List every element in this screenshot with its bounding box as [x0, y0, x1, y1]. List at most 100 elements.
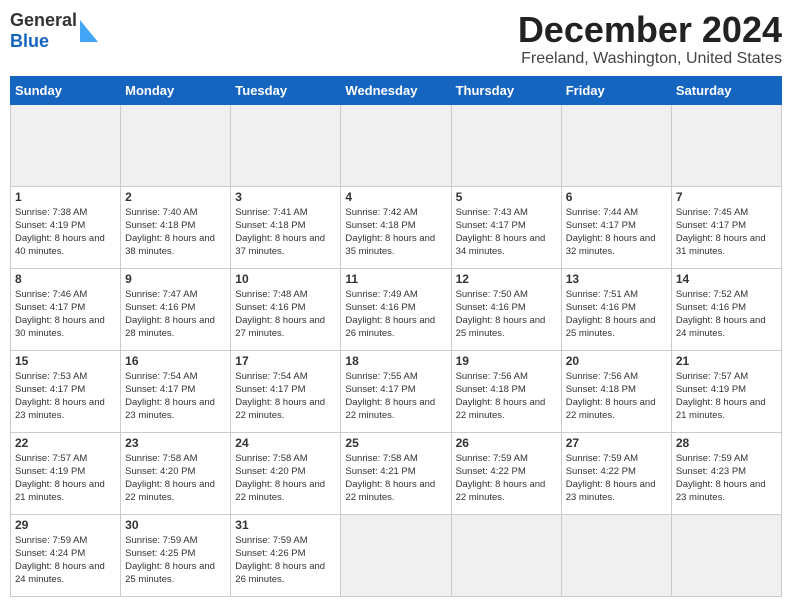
calendar-day: 24 Sunrise: 7:58 AM Sunset: 4:20 PM Dayli…: [231, 432, 341, 514]
calendar-day: 2Sunrise: 7:40 AM Sunset: 4:18 PM Daylig…: [121, 186, 231, 268]
calendar-day: 12 Sunrise: 7:50 AM Sunset: 4:16 PM Dayli…: [451, 268, 561, 350]
calendar-day: 9 Sunrise: 7:47 AM Sunset: 4:16 PM Daylig…: [121, 268, 231, 350]
day-info: Sunrise: 7:50 AM Sunset: 4:16 PM Dayligh…: [456, 288, 557, 341]
calendar-day: [451, 514, 561, 596]
day-info: Sunrise: 7:46 AM Sunset: 4:17 PM Dayligh…: [15, 288, 116, 341]
calendar-day: 19Sunrise: 7:56 AM Sunset: 4:18 PM Dayli…: [451, 350, 561, 432]
day-info: Sunrise: 7:57 AM Sunset: 4:19 PM Dayligh…: [676, 370, 777, 423]
day-number: 7: [676, 190, 777, 204]
day-number: 4: [345, 190, 446, 204]
day-info: Sunrise: 7:59 AM Sunset: 4:22 PM Dayligh…: [456, 452, 557, 505]
calendar-day: 14Sunrise: 7:52 AM Sunset: 4:16 PM Dayli…: [671, 268, 781, 350]
day-number: 2: [125, 190, 226, 204]
calendar-day: 15 Sunrise: 7:53 AM Sunset: 4:17 PM Dayli…: [11, 350, 121, 432]
weekday-header-wednesday: Wednesday: [341, 76, 451, 104]
day-info: Sunrise: 7:54 AM Sunset: 4:17 PM Dayligh…: [125, 370, 226, 423]
day-info: Sunrise: 7:59 AM Sunset: 4:23 PM Dayligh…: [676, 452, 777, 505]
day-number: 19: [456, 354, 557, 368]
day-info: Sunrise: 7:48 AM Sunset: 4:16 PM Dayligh…: [235, 288, 336, 341]
calendar-day: 27 Sunrise: 7:59 AM Sunset: 4:22 PM Dayli…: [561, 432, 671, 514]
day-number: 10: [235, 272, 336, 286]
day-number: 15: [15, 354, 116, 368]
calendar-day: [231, 104, 341, 186]
day-number: 12: [456, 272, 557, 286]
weekday-header-saturday: Saturday: [671, 76, 781, 104]
day-info: Sunrise: 7:49 AM Sunset: 4:16 PM Dayligh…: [345, 288, 446, 341]
day-info: Sunrise: 7:42 AM Sunset: 4:18 PM Dayligh…: [345, 206, 446, 259]
calendar-day: [561, 514, 671, 596]
page-header: General Blue December 2024 Freeland, Was…: [10, 10, 782, 68]
calendar-title: December 2024: [518, 10, 782, 50]
calendar-day: 18Sunrise: 7:55 AM Sunset: 4:17 PM Dayli…: [341, 350, 451, 432]
day-number: 3: [235, 190, 336, 204]
day-number: 26: [456, 436, 557, 450]
calendar-subtitle: Freeland, Washington, United States: [518, 50, 782, 68]
calendar-day: 29 Sunrise: 7:59 AM Sunset: 4:24 PM Dayli…: [11, 514, 121, 596]
day-info: Sunrise: 7:59 AM Sunset: 4:25 PM Dayligh…: [125, 534, 226, 587]
day-info: Sunrise: 7:54 AM Sunset: 4:17 PM Dayligh…: [235, 370, 336, 423]
day-number: 6: [566, 190, 667, 204]
day-number: 8: [15, 272, 116, 286]
weekday-header-monday: Monday: [121, 76, 231, 104]
day-info: Sunrise: 7:59 AM Sunset: 4:24 PM Dayligh…: [15, 534, 116, 587]
day-info: Sunrise: 7:41 AM Sunset: 4:18 PM Dayligh…: [235, 206, 336, 259]
day-number: 5: [456, 190, 557, 204]
logo-line2: Blue: [10, 31, 77, 52]
calendar-day: 31 Sunrise: 7:59 AM Sunset: 4:26 PM Dayli…: [231, 514, 341, 596]
day-number: 14: [676, 272, 777, 286]
calendar-table: SundayMondayTuesdayWednesdayThursdayFrid…: [10, 76, 782, 597]
day-info: Sunrise: 7:53 AM Sunset: 4:17 PM Dayligh…: [15, 370, 116, 423]
day-number: 20: [566, 354, 667, 368]
day-number: 31: [235, 518, 336, 532]
calendar-day: 17 Sunrise: 7:54 AM Sunset: 4:17 PM Dayli…: [231, 350, 341, 432]
day-number: 23: [125, 436, 226, 450]
day-info: Sunrise: 7:47 AM Sunset: 4:16 PM Dayligh…: [125, 288, 226, 341]
calendar-day: 13Sunrise: 7:51 AM Sunset: 4:16 PM Dayli…: [561, 268, 671, 350]
calendar-day: 1Sunrise: 7:38 AM Sunset: 4:19 PM Daylig…: [11, 186, 121, 268]
calendar-day: [671, 514, 781, 596]
day-info: Sunrise: 7:57 AM Sunset: 4:19 PM Dayligh…: [15, 452, 116, 505]
calendar-day: 23 Sunrise: 7:58 AM Sunset: 4:20 PM Dayli…: [121, 432, 231, 514]
day-number: 21: [676, 354, 777, 368]
weekday-header-tuesday: Tuesday: [231, 76, 341, 104]
calendar-day: 22 Sunrise: 7:57 AM Sunset: 4:19 PM Dayli…: [11, 432, 121, 514]
weekday-header-sunday: Sunday: [11, 76, 121, 104]
day-number: 24: [235, 436, 336, 450]
day-number: 17: [235, 354, 336, 368]
calendar-day: [121, 104, 231, 186]
day-number: 25: [345, 436, 446, 450]
day-info: Sunrise: 7:59 AM Sunset: 4:26 PM Dayligh…: [235, 534, 336, 587]
logo-line1: General: [10, 10, 77, 31]
calendar-day: [341, 104, 451, 186]
day-number: 29: [15, 518, 116, 532]
day-number: 9: [125, 272, 226, 286]
day-number: 27: [566, 436, 667, 450]
day-number: 30: [125, 518, 226, 532]
day-info: Sunrise: 7:43 AM Sunset: 4:17 PM Dayligh…: [456, 206, 557, 259]
day-number: 16: [125, 354, 226, 368]
day-info: Sunrise: 7:58 AM Sunset: 4:21 PM Dayligh…: [345, 452, 446, 505]
calendar-day: 5 Sunrise: 7:43 AM Sunset: 4:17 PM Daylig…: [451, 186, 561, 268]
calendar-day: 7Sunrise: 7:45 AM Sunset: 4:17 PM Daylig…: [671, 186, 781, 268]
day-info: Sunrise: 7:58 AM Sunset: 4:20 PM Dayligh…: [235, 452, 336, 505]
calendar-day: 16 Sunrise: 7:54 AM Sunset: 4:17 PM Dayli…: [121, 350, 231, 432]
day-info: Sunrise: 7:58 AM Sunset: 4:20 PM Dayligh…: [125, 452, 226, 505]
logo-arrow-icon: [80, 20, 98, 42]
title-block: December 2024 Freeland, Washington, Unit…: [518, 10, 782, 68]
day-number: 1: [15, 190, 116, 204]
calendar-day: 6Sunrise: 7:44 AM Sunset: 4:17 PM Daylig…: [561, 186, 671, 268]
day-number: 13: [566, 272, 667, 286]
calendar-day: 28 Sunrise: 7:59 AM Sunset: 4:23 PM Dayli…: [671, 432, 781, 514]
calendar-day: 8 Sunrise: 7:46 AM Sunset: 4:17 PM Daylig…: [11, 268, 121, 350]
logo: General Blue: [10, 10, 98, 52]
calendar-day: 10 Sunrise: 7:48 AM Sunset: 4:16 PM Dayli…: [231, 268, 341, 350]
day-number: 22: [15, 436, 116, 450]
day-info: Sunrise: 7:59 AM Sunset: 4:22 PM Dayligh…: [566, 452, 667, 505]
calendar-day: 3 Sunrise: 7:41 AM Sunset: 4:18 PM Daylig…: [231, 186, 341, 268]
calendar-day: 4 Sunrise: 7:42 AM Sunset: 4:18 PM Daylig…: [341, 186, 451, 268]
calendar-day: 11Sunrise: 7:49 AM Sunset: 4:16 PM Dayli…: [341, 268, 451, 350]
day-number: 28: [676, 436, 777, 450]
calendar-day: [561, 104, 671, 186]
calendar-day: [451, 104, 561, 186]
calendar-day: 21 Sunrise: 7:57 AM Sunset: 4:19 PM Dayli…: [671, 350, 781, 432]
